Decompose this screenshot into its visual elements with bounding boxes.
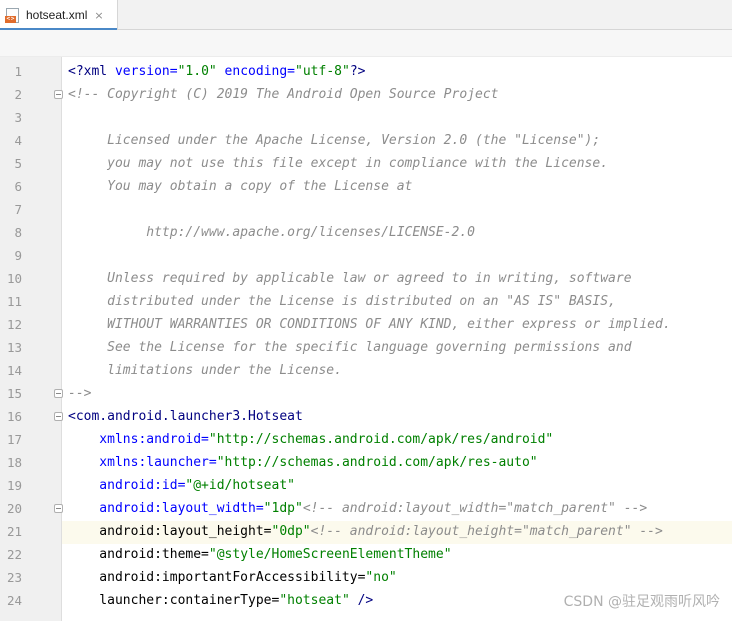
line-number: 19 — [6, 478, 22, 493]
code-line-18: xmlns:launcher="http://schemas.android.c… — [68, 455, 538, 470]
tab-hotseat-xml[interactable]: <> hotseat.xml × — [0, 0, 118, 31]
code-line-13: See the License for the specific languag… — [68, 340, 632, 355]
code-line-19: android:id="@+id/hotseat" — [68, 478, 295, 493]
watermark: CSDN @驻足观雨听风吟 — [563, 594, 720, 610]
line-number: 11 — [6, 294, 22, 309]
line-number: 14 — [6, 363, 22, 378]
line-number: 17 — [6, 432, 22, 447]
code-line-21: android:layout_height="0dp"<!-- android:… — [68, 524, 663, 539]
code-editor[interactable]: <?xml version="1.0" encoding="utf-8"?> <… — [62, 57, 732, 621]
line-number: 6 — [14, 179, 22, 194]
line-number: 24 — [6, 593, 22, 608]
breadcrumb-bar — [0, 30, 732, 57]
line-number: 20 — [6, 501, 22, 516]
code-line-20: android:layout_width="1dp"<!-- android:l… — [68, 501, 648, 516]
line-number: 16 — [6, 409, 22, 424]
line-number: 10 — [6, 271, 22, 286]
code-line-23: android:importantForAccessibility="no" — [68, 570, 397, 585]
code-line-12: WITHOUT WARRANTIES OR CONDITIONS OF ANY … — [68, 317, 671, 332]
code-line-11: distributed under the License is distrib… — [68, 294, 616, 309]
code-line-1: <?xml version="1.0" encoding="utf-8"?> — [68, 64, 366, 79]
line-number: 15 — [6, 386, 22, 401]
code-line-14: limitations under the License. — [68, 363, 342, 378]
code-line-5: you may not use this file except in comp… — [68, 156, 609, 171]
code-line-2: <!-- Copyright (C) 2019 The Android Open… — [68, 87, 499, 102]
code-line-10: Unless required by applicable law or agr… — [68, 271, 632, 286]
line-number: 18 — [6, 455, 22, 470]
line-number-gutter: 1 2 3 4 5 6 7 8 9 10 11 12 13 14 15 16 1… — [0, 57, 63, 621]
line-number: 22 — [6, 547, 22, 562]
line-number: 12 — [6, 317, 22, 332]
code-line-17: xmlns:android="http://schemas.android.co… — [68, 432, 554, 447]
line-number: 1 — [14, 64, 22, 79]
code-line-15: --> — [68, 386, 92, 401]
line-number: 2 — [14, 87, 22, 102]
code-line-8: http://www.apache.org/licenses/LICENSE-2… — [68, 225, 475, 240]
line-number: 4 — [14, 133, 22, 148]
line-number: 7 — [14, 202, 22, 217]
code-line-22: android:theme="@style/HomeScreenElementT… — [68, 547, 452, 562]
line-number: 23 — [6, 570, 22, 585]
line-number: 5 — [14, 156, 22, 171]
code-line-4: Licensed under the Apache License, Versi… — [68, 133, 601, 148]
code-line-16: <com.android.launcher3.Hotseat — [68, 409, 303, 424]
line-number: 9 — [14, 248, 22, 263]
line-number: 21 — [6, 524, 22, 539]
close-icon[interactable]: × — [94, 9, 103, 22]
line-number: 3 — [14, 110, 22, 125]
tab-label: hotseat.xml — [26, 8, 88, 22]
code-line-24: launcher:containerType="hotseat" /> — [68, 593, 374, 608]
code-line-6: You may obtain a copy of the License at — [68, 179, 413, 194]
line-number: 8 — [14, 225, 22, 240]
xml-file-icon: <> — [5, 7, 19, 23]
line-number: 13 — [6, 340, 22, 355]
editor-tab-bar: <> hotseat.xml × — [0, 0, 732, 31]
